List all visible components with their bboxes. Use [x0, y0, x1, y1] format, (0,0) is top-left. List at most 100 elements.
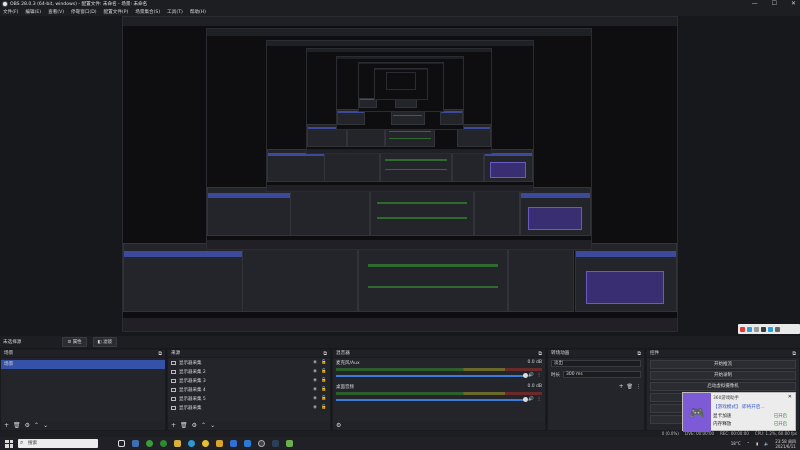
sources-dock: 来源 ⧉ 显示器采集 ◉ 🔓 显示器采集 2 ◉ 🔓 显示器采集 3 ◉ 🔓 显…	[167, 349, 331, 431]
toast-status-2: 已开启	[773, 422, 787, 427]
mail-icon[interactable]	[216, 440, 223, 447]
trash-icon[interactable]: 🗑	[627, 384, 633, 390]
duration-input[interactable]: 300 ms	[563, 371, 641, 378]
undock-icon[interactable]: ⧉	[792, 350, 796, 358]
source-item[interactable]: 显示器采集 ◉ 🔓	[168, 358, 330, 367]
browser-360-icon[interactable]	[146, 440, 153, 447]
sources-footer: + 🗑 ⚙ ⌃ ⌄	[168, 421, 330, 430]
lock-icon[interactable]: 🔓	[321, 405, 327, 410]
chrome-icon[interactable]	[202, 440, 209, 447]
start-recording-button[interactable]: 开始录制	[650, 371, 796, 380]
source-item[interactable]: 显示器采集 4 ◉ 🔓	[168, 385, 330, 394]
menu-tools[interactable]: 工具(T)	[167, 9, 183, 15]
controls-title: 控件 ⧉	[647, 350, 799, 358]
volume-slider[interactable]	[336, 372, 528, 378]
lock-icon[interactable]: 🔓	[321, 378, 327, 383]
undock-icon[interactable]: ⧉	[637, 350, 641, 358]
chevron-down-icon[interactable]: ⌄	[43, 422, 48, 429]
lock-icon[interactable]: 🔓	[321, 369, 327, 374]
chevron-down-icon[interactable]: ⌄	[210, 422, 215, 429]
transition-select[interactable]: 淡出	[551, 360, 641, 367]
eye-icon[interactable]: ◉	[312, 360, 318, 365]
scene-item[interactable]: 场景	[1, 360, 165, 369]
lock-icon[interactable]: 🔓	[321, 387, 327, 392]
menu-bar: 文件(F) 编辑(E) 查看(V) 停靠窗口(D) 配置文件(P) 场景集合(S…	[0, 8, 800, 16]
gear-icon[interactable]: ⋮	[536, 373, 542, 378]
lock-icon[interactable]: 🔓	[321, 360, 327, 365]
undock-icon[interactable]: ⧉	[538, 350, 542, 358]
menu-help[interactable]: 帮助(H)	[190, 9, 206, 15]
mixer-channel: 麦克风/Aux 0.0 dB 🔊 ⋮	[333, 358, 545, 382]
app-blue-icon[interactable]	[230, 440, 237, 447]
store-icon[interactable]	[244, 440, 251, 447]
source-item[interactable]: 显示器采集 2 ◉ 🔓	[168, 367, 330, 376]
scenes-title: 场景 ⧉	[1, 350, 165, 358]
game-mode-toast[interactable]: 🎮 360游戏助手 ✕ 【游戏模式】 即将开启... 显卡加速 已开启 内存释放…	[682, 392, 796, 432]
filters-button[interactable]: ◧ 滤镜	[92, 337, 117, 347]
source-item[interactable]: 显示器采集 3 ◉ 🔓	[168, 376, 330, 385]
eye-icon[interactable]: ◉	[312, 387, 318, 392]
speaker-icon[interactable]: 🔊	[528, 373, 534, 378]
eye-icon[interactable]: ◉	[312, 405, 318, 410]
menu-docks[interactable]: 停靠窗口(D)	[71, 9, 97, 15]
menu-profile[interactable]: 配置文件(P)	[104, 9, 129, 15]
speaker-icon[interactable]: 🔊	[528, 397, 534, 402]
lock-icon[interactable]: 🔓	[321, 396, 327, 401]
trash-icon[interactable]: 🗑	[180, 422, 188, 429]
trash-icon[interactable]: 🗑	[13, 422, 21, 429]
game-icon[interactable]	[286, 440, 293, 447]
obs-icon[interactable]	[258, 440, 265, 447]
gear-icon[interactable]: ⚙	[192, 422, 197, 429]
properties-button[interactable]: ⚙ 属性	[62, 337, 87, 347]
edge-icon[interactable]	[188, 440, 195, 447]
folder-icon[interactable]	[174, 440, 181, 447]
gear-icon[interactable]: ⋮	[536, 397, 542, 402]
chevron-up-icon[interactable]: ⌃	[201, 422, 206, 429]
controls-title-text: 控件	[650, 351, 660, 356]
sources-title-text: 来源	[171, 351, 181, 356]
preview-canvas[interactable]	[0, 16, 800, 334]
steam-icon[interactable]	[272, 440, 279, 447]
menu-view[interactable]: 查看(V)	[48, 9, 64, 15]
source-item[interactable]: 显示器采集 ◉ 🔓	[168, 403, 330, 412]
sources-title: 来源 ⧉	[168, 350, 330, 358]
gear-icon[interactable]: ⚙	[25, 422, 30, 429]
duration-label: 时长	[551, 372, 560, 378]
network-icon[interactable]: ▮	[756, 441, 758, 446]
windows-start-icon[interactable]	[5, 439, 13, 448]
menu-edit[interactable]: 编辑(E)	[25, 9, 41, 15]
task-view-icon[interactable]	[118, 440, 125, 447]
files-icon[interactable]	[132, 440, 139, 447]
system-tray: 18°C ⌃ ▮ 🔈 23:58 周四 2021/6/11	[731, 437, 796, 450]
minimize-button[interactable]: —	[752, 0, 758, 8]
speaker-icon[interactable]: 🔈	[764, 441, 769, 446]
menu-scene-collection[interactable]: 场景集合(S)	[135, 9, 160, 15]
weather-text: 18°C	[730, 441, 741, 446]
start-streaming-button[interactable]: 开始推流	[650, 360, 796, 369]
volume-slider[interactable]	[336, 396, 528, 402]
toast-title: 【游戏模式】 即将开启...	[713, 405, 765, 410]
more-icon[interactable]: ⋮	[636, 384, 641, 390]
eye-icon[interactable]: ◉	[312, 369, 318, 374]
undock-icon[interactable]: ⧉	[323, 350, 327, 358]
add-icon[interactable]: +	[171, 422, 176, 429]
menu-file[interactable]: 文件(F)	[3, 9, 18, 15]
source-name: 显示器采集 2	[179, 369, 206, 375]
taskbar-search[interactable]: 搜索	[18, 438, 98, 448]
add-icon[interactable]: +	[4, 422, 9, 429]
gear-icon[interactable]: ⚙	[336, 422, 341, 429]
eye-icon[interactable]: ◉	[312, 378, 318, 383]
close-icon[interactable]: ✕	[788, 394, 792, 400]
clock[interactable]: 23:58 周四 2021/6/11	[775, 439, 796, 449]
add-icon[interactable]: +	[619, 383, 624, 390]
undock-icon[interactable]: ⧉	[158, 350, 162, 358]
chevron-up-icon[interactable]: ⌃	[34, 422, 39, 429]
close-button[interactable]: ✕	[791, 0, 796, 8]
browser-icon[interactable]	[160, 440, 167, 447]
virtual-camera-button[interactable]: 启动虚拟摄像机	[650, 382, 796, 391]
source-item[interactable]: 显示器采集 5 ◉ 🔓	[168, 394, 330, 403]
chevron-up-icon[interactable]: ⌃	[747, 441, 750, 446]
eye-icon[interactable]: ◉	[312, 396, 318, 401]
maximize-button[interactable]: ☐	[772, 0, 777, 8]
audio-mixer-dock: 混音器 ⧉ 麦克风/Aux 0.0 dB 🔊 ⋮ 桌面音频 0.0 dB 🔊 ⋮…	[332, 349, 546, 431]
